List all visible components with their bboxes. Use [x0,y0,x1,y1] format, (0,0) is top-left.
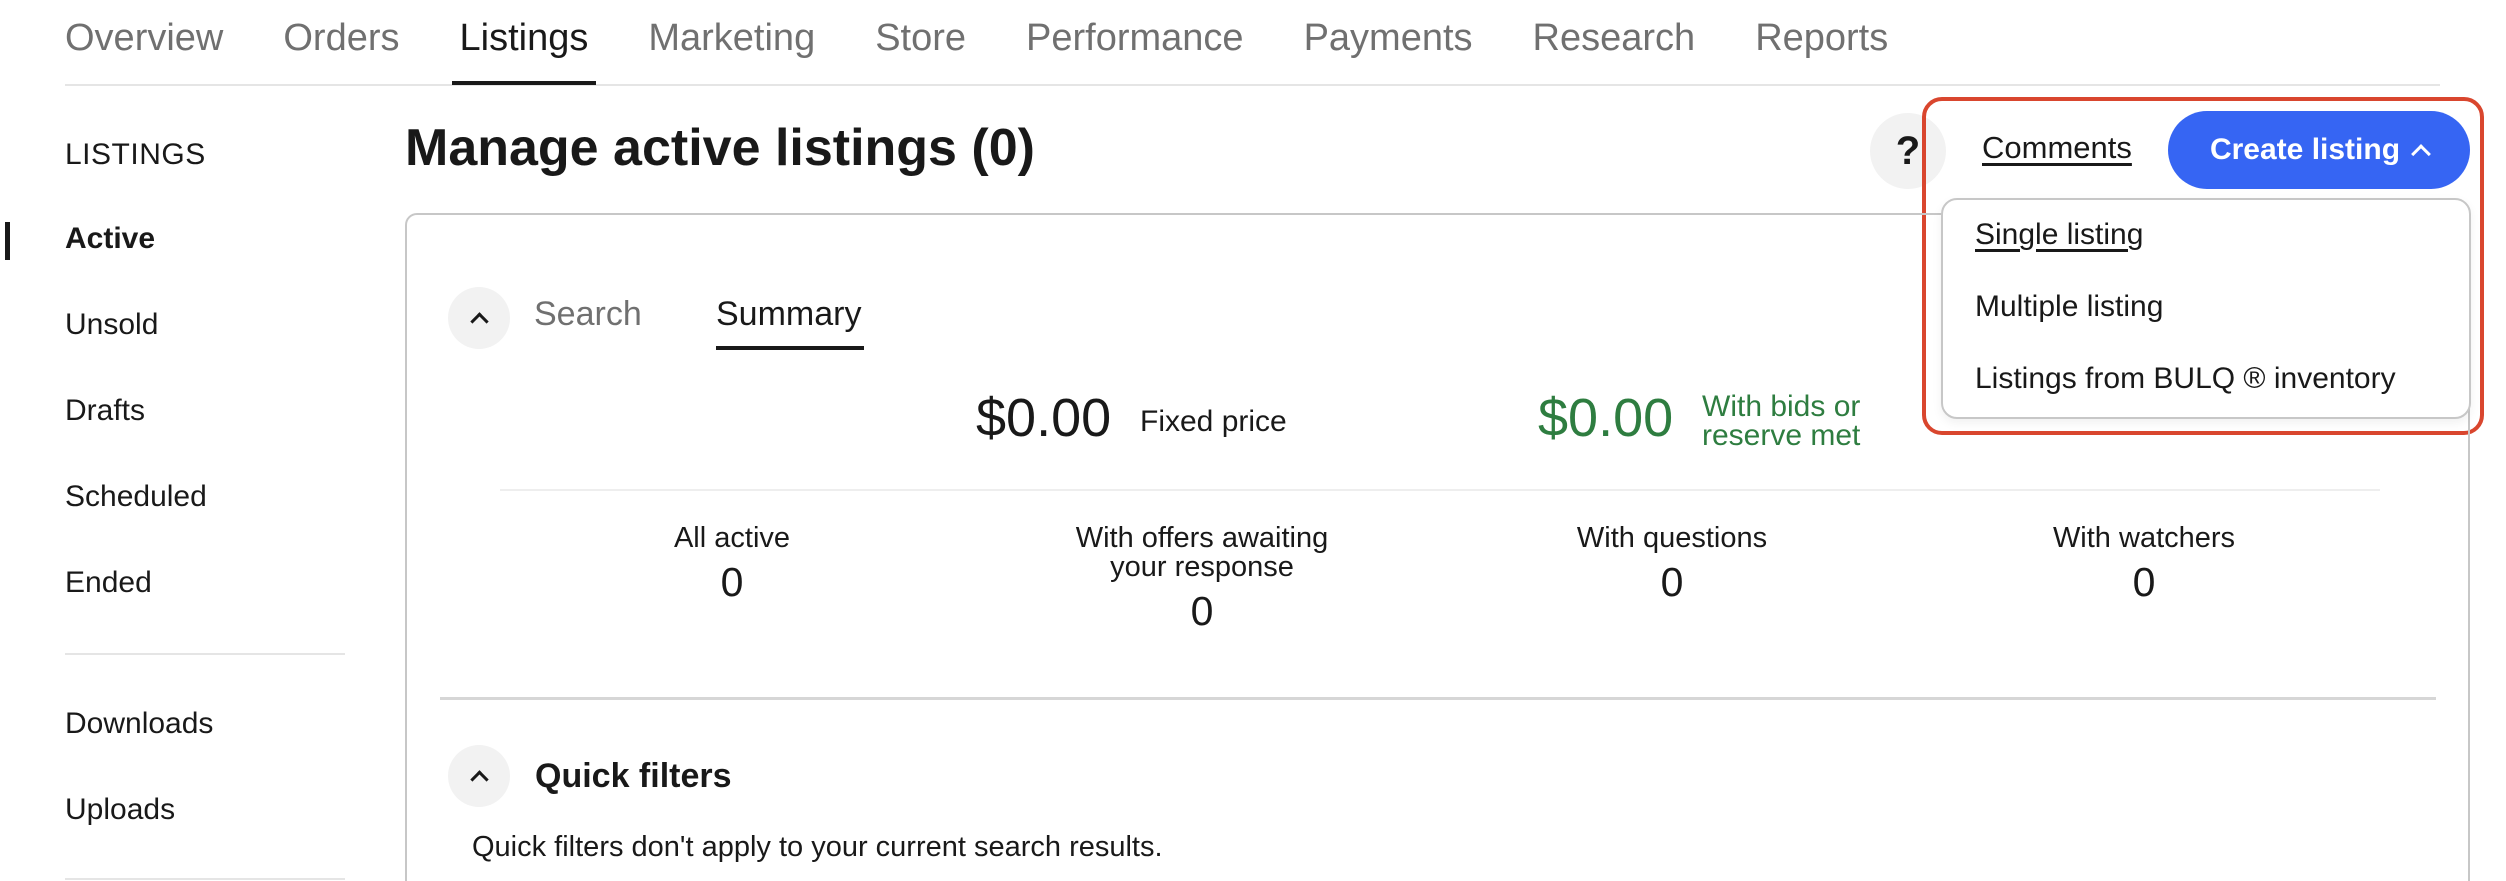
sidebar-item-downloads[interactable]: Downloads [65,707,213,741]
collapse-quick-filters-button[interactable] [448,745,510,807]
stat-value: 0 [1190,588,1214,634]
menu-item-single-listing[interactable]: Single listing [1975,218,2143,252]
create-listing-menu: Single listing Multiple listing Listings… [1941,198,2471,419]
sidebar-divider [65,878,345,880]
tab-listings[interactable]: Listings [451,0,597,85]
tab-payments[interactable]: Payments [1304,0,1473,84]
menu-item-bulq-inventory[interactable]: Listings from BULQ ® inventory [1975,362,2396,396]
sidebar-heading: LISTINGS [65,138,206,171]
chevron-up-icon [469,312,489,331]
question-icon: ? [1895,128,1921,173]
sidebar-divider [65,653,345,655]
tab-reports[interactable]: Reports [1755,0,1888,84]
sidebar-item-ended[interactable]: Ended [65,566,152,600]
tab-underline [716,346,864,350]
quick-filters-note: Quick filters don't apply to your curren… [472,831,1163,863]
tab-overview[interactable]: Overview [65,0,223,84]
bids-label: With bids or reserve met [1702,390,1861,452]
bids-amount: $0.00 [1538,388,1674,448]
stat-value: 0 [1660,559,1684,605]
chevron-up-icon [469,770,489,789]
tab-research[interactable]: Research [1533,0,1696,84]
stat-value: 0 [720,559,744,605]
tab-summary[interactable]: Summary [716,295,861,334]
stat-value: 0 [2132,559,2156,605]
tab-orders[interactable]: Orders [283,0,399,84]
tab-performance[interactable]: Performance [1026,0,1244,84]
create-listing-label: Create listing [2209,133,2401,166]
bids-label-line: With bids or [1702,390,1861,423]
stat-label: With watchers [2052,522,2236,554]
section-divider [440,697,2436,700]
stat-all-active[interactable]: All active 0 [562,524,902,606]
fixed-price-label: Fixed price [1140,405,1287,438]
help-button[interactable]: ? [1870,113,1946,189]
stat-label: your response [1110,551,1294,583]
active-indicator [5,222,10,260]
stat-label: All active [673,522,791,554]
sidebar-item-active[interactable]: Active [65,222,155,256]
bids-label-line: reserve met [1702,419,1861,452]
top-navigation: Overview Orders Listings Marketing Store… [65,0,2440,86]
fixed-price-amount: $0.00 [976,388,1112,448]
create-listing-button[interactable]: Create listing [2168,111,2470,189]
collapse-summary-button[interactable] [448,287,510,349]
stat-offers-awaiting[interactable]: With offers awaiting your response 0 [1032,524,1372,635]
chevron-up-icon [2411,144,2431,164]
comments-link[interactable]: Comments [1982,130,2132,166]
tab-marketing[interactable]: Marketing [648,0,815,84]
tab-store[interactable]: Store [875,0,966,84]
sidebar-item-drafts[interactable]: Drafts [65,394,145,428]
menu-item-multiple-listing[interactable]: Multiple listing [1975,290,2163,324]
sidebar-item-uploads[interactable]: Uploads [65,793,175,827]
stat-watchers[interactable]: With watchers 0 [1974,524,2314,606]
sidebar: LISTINGS Active Unsold Drafts Scheduled … [0,86,345,881]
stat-label: With questions [1576,522,1768,554]
stat-label: With offers awaiting [1075,522,1329,554]
sidebar-item-unsold[interactable]: Unsold [65,308,158,342]
page-title: Manage active listings (0) [405,119,1035,177]
stat-questions[interactable]: With questions 0 [1502,524,1842,606]
quick-filters-title: Quick filters [535,757,732,795]
summary-divider [500,489,2380,491]
tab-search[interactable]: Search [534,295,642,334]
sidebar-item-scheduled[interactable]: Scheduled [65,480,207,514]
